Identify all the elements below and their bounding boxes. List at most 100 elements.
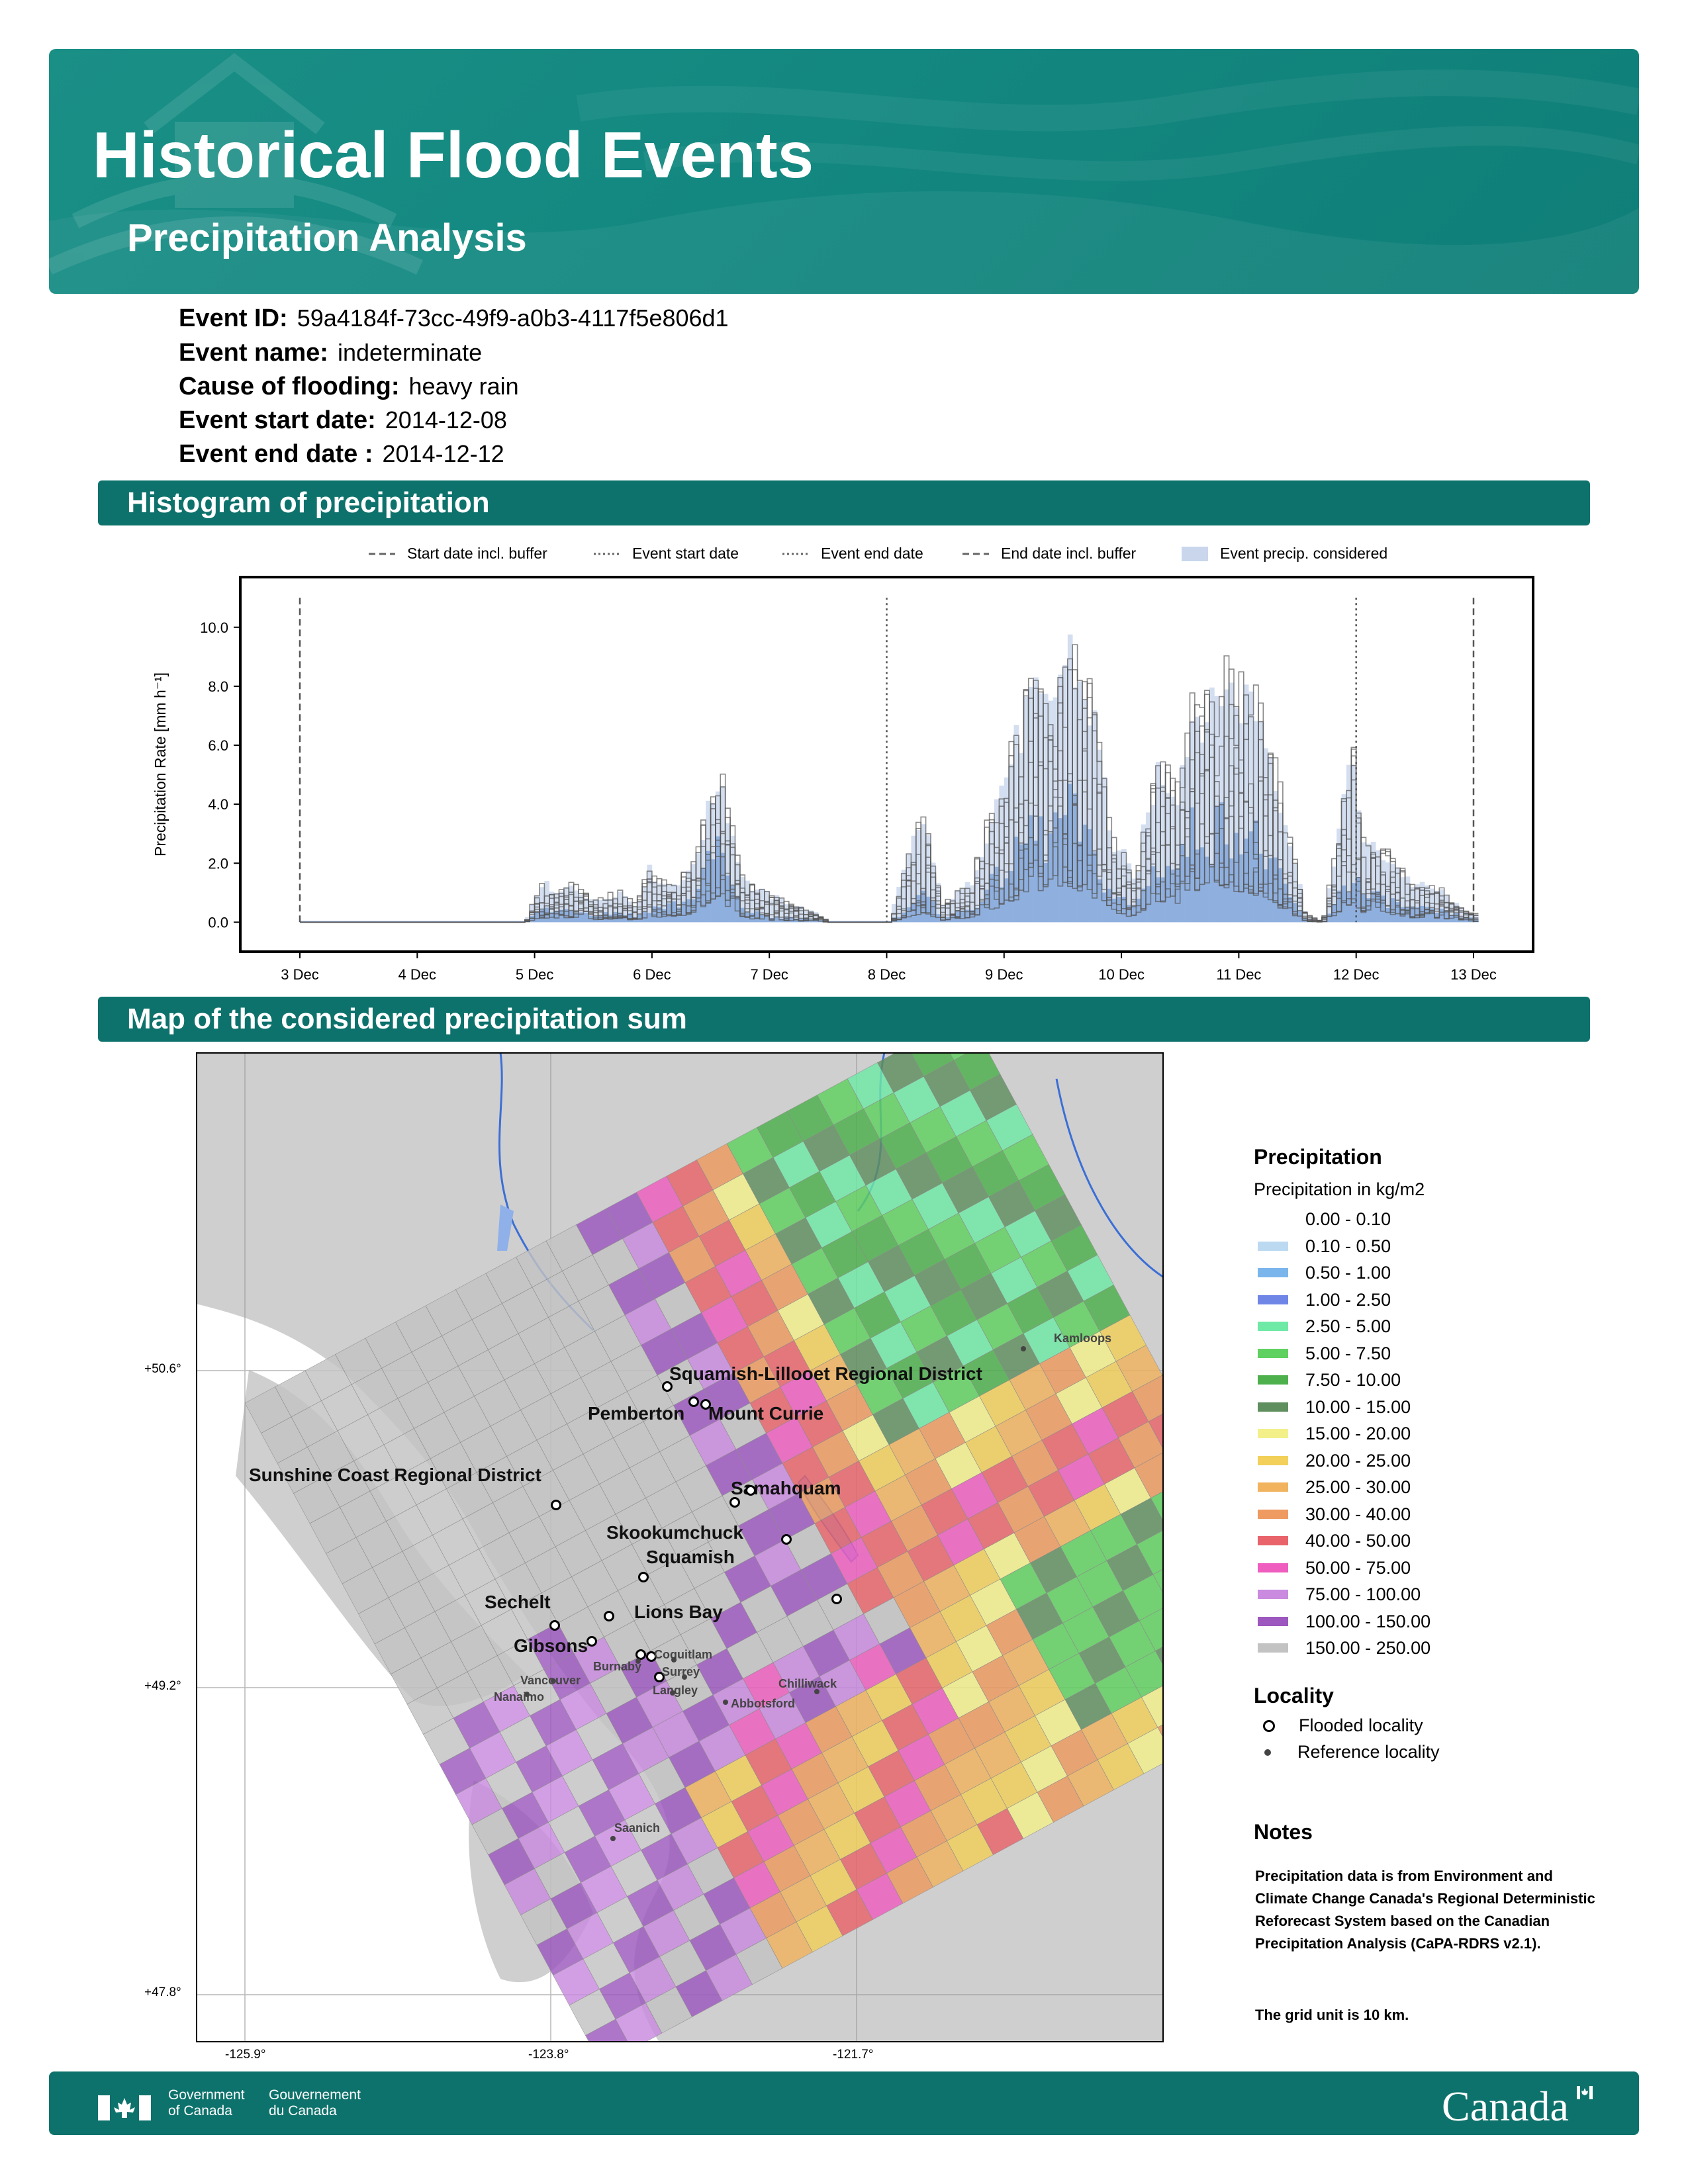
histogram-median-bar [764, 916, 770, 923]
gov-fr: Gouvernement du Canada [269, 2087, 361, 2119]
event-end-value: 2014-12-12 [382, 440, 504, 467]
event-name-value: indeterminate [337, 339, 483, 366]
histogram-median-bar [1082, 825, 1088, 923]
event-start-row: Event start date: 2014-12-08 [179, 406, 507, 435]
histogram-median-bar [1234, 833, 1239, 923]
event-name-row: Event name: indeterminate [179, 339, 482, 367]
precip-class-swatch [1258, 1455, 1288, 1465]
legend-event-start: Event start date [632, 545, 739, 562]
histogram-median-bar [1376, 891, 1381, 923]
flooded-locality-marker [729, 1497, 740, 1508]
gov-fr-line1: Gouvernement [269, 2087, 361, 2103]
histogram-median-bar [1405, 907, 1411, 923]
flooded-locality-marker [700, 1399, 711, 1410]
histogram-median-bar [1058, 818, 1063, 923]
precip-class-label: 50.00 - 75.00 [1305, 1557, 1411, 1578]
notes-text: Precipitation data is from Environment a… [1255, 1868, 1595, 1952]
lon-tick-1: -125.9° [225, 2048, 266, 2062]
reference-locality-marker [610, 1836, 616, 1841]
histogram-median-bar [725, 875, 731, 923]
precip-class-label: 30.00 - 40.00 [1305, 1504, 1411, 1524]
histogram-median-bar [1214, 805, 1220, 923]
precip-class-label: 20.00 - 25.00 [1305, 1450, 1411, 1471]
reference-locality-label: Chilliwack [778, 1677, 837, 1690]
y-tick-label: 10.0 [200, 619, 228, 636]
notes-grid-unit: The grid unit is 10 km. [1255, 2007, 1409, 2023]
precip-class-14: 75.00 - 100.00 [1254, 1581, 1430, 1608]
map-label: Skookumchuck [606, 1522, 743, 1543]
x-tick-label: 7 Dec [750, 966, 788, 983]
histogram-member-line [300, 644, 1479, 923]
precip-class-swatch [1258, 1402, 1288, 1412]
y-tick-label: 8.0 [208, 678, 228, 695]
precip-class-2: 0.50 - 1.00 [1254, 1259, 1430, 1287]
flooded-locality-marker [604, 1611, 614, 1621]
precip-class-swatch [1258, 1348, 1288, 1358]
histogram-median-bar [1253, 820, 1259, 923]
precip-class-swatch [1258, 1563, 1288, 1572]
flooded-locality-marker [662, 1381, 673, 1392]
map-label: Sunshine Coast Regional District [249, 1465, 541, 1485]
reference-locality-label: Saanich [614, 1821, 660, 1835]
histogram-median-bar [1121, 897, 1127, 923]
histogram-median-bar [906, 907, 912, 923]
gov-en-line2: of Canada [168, 2103, 232, 2118]
x-tick-label: 12 Dec [1333, 966, 1380, 983]
histogram-median-bar [661, 909, 667, 923]
histogram-median-bar [1067, 784, 1073, 923]
wordmark-flag-icon [1577, 2086, 1593, 2099]
event-end-label: Event end date : [179, 440, 373, 468]
map-label: Sechelt [485, 1592, 551, 1612]
histogram-median-bar [1243, 839, 1249, 923]
x-tick-label: 5 Dec [516, 966, 553, 983]
flooded-locality-marker [549, 1620, 560, 1631]
precip-class-12: 40.00 - 50.00 [1254, 1527, 1430, 1555]
precipitation-histogram-chart: 0.0 2.0 4.0 6.0 8.0 10.0 3 Dec 4 Dec 5 Dec 6 Dec 7… [152, 576, 1534, 983]
histogram-median-bar [1028, 815, 1034, 923]
precip-class-swatch [1258, 1322, 1288, 1332]
canada-flag-icon [98, 2095, 151, 2120]
histogram-median-bar [755, 911, 760, 923]
histogram-median-bar [1160, 877, 1166, 923]
event-cause-value: heavy rain [408, 373, 519, 400]
histogram-median-bar [1336, 890, 1342, 923]
histogram-median-bar [1092, 852, 1098, 923]
histogram-median-bar [1229, 858, 1235, 923]
legend-start-buffer: Start date incl. buffer [407, 545, 547, 562]
gov-fr-line2: du Canada [269, 2103, 337, 2118]
reference-locality-label: Kamloops [1054, 1332, 1111, 1345]
legend-event-precip: Event precip. considered [1220, 545, 1388, 562]
lon-tick-2: -123.8° [528, 2048, 569, 2062]
reference-locality-label: Reference locality [1297, 1742, 1440, 1762]
histogram-median-bar [1018, 844, 1024, 923]
x-tick-label: 4 Dec [399, 966, 436, 983]
histogram-median-bar [1165, 866, 1171, 923]
histogram-median-bar [1380, 895, 1386, 923]
y-tick-label: 2.0 [208, 855, 228, 872]
x-tick-label: 13 Dec [1450, 966, 1497, 983]
precip-class-label: 40.00 - 50.00 [1305, 1531, 1411, 1551]
precip-class-8: 15.00 - 20.00 [1254, 1420, 1430, 1447]
histogram-median-bar [1097, 879, 1102, 923]
x-tick-label: 11 Dec [1216, 966, 1261, 983]
flooded-locality-marker [551, 1500, 561, 1510]
page-title: Historical Flood Events [93, 118, 814, 191]
histogram-median-bar [911, 903, 917, 923]
histogram-median-bar [720, 852, 726, 923]
precip-class-swatch [1258, 1429, 1288, 1439]
event-cause-row: Cause of flooding: heavy rain [179, 373, 519, 401]
histogram-median-bar [935, 914, 941, 923]
histogram-axes: 0.0 2.0 4.0 6.0 8.0 10.0 3 Dec 4 Dec 5 Dec 6 Dec 7… [200, 619, 1497, 983]
histogram-median-bar [1239, 854, 1244, 923]
precip-class-label: 150.00 - 250.00 [1305, 1638, 1431, 1658]
histogram-median-bar [1385, 907, 1391, 923]
histogram-median-bar [1194, 849, 1200, 923]
lat-tick-1: +50.6° [144, 1362, 181, 1376]
histogram-median-bar [1278, 868, 1284, 923]
histogram-median-bar [989, 874, 995, 923]
histogram-median-bar [730, 886, 735, 923]
precip-class-swatch [1258, 1214, 1288, 1224]
histogram-median-bar [1023, 843, 1029, 923]
histogram-median-bar [1136, 898, 1141, 923]
y-axis-label: Precipitation Rate [mm h⁻¹] [152, 672, 169, 856]
